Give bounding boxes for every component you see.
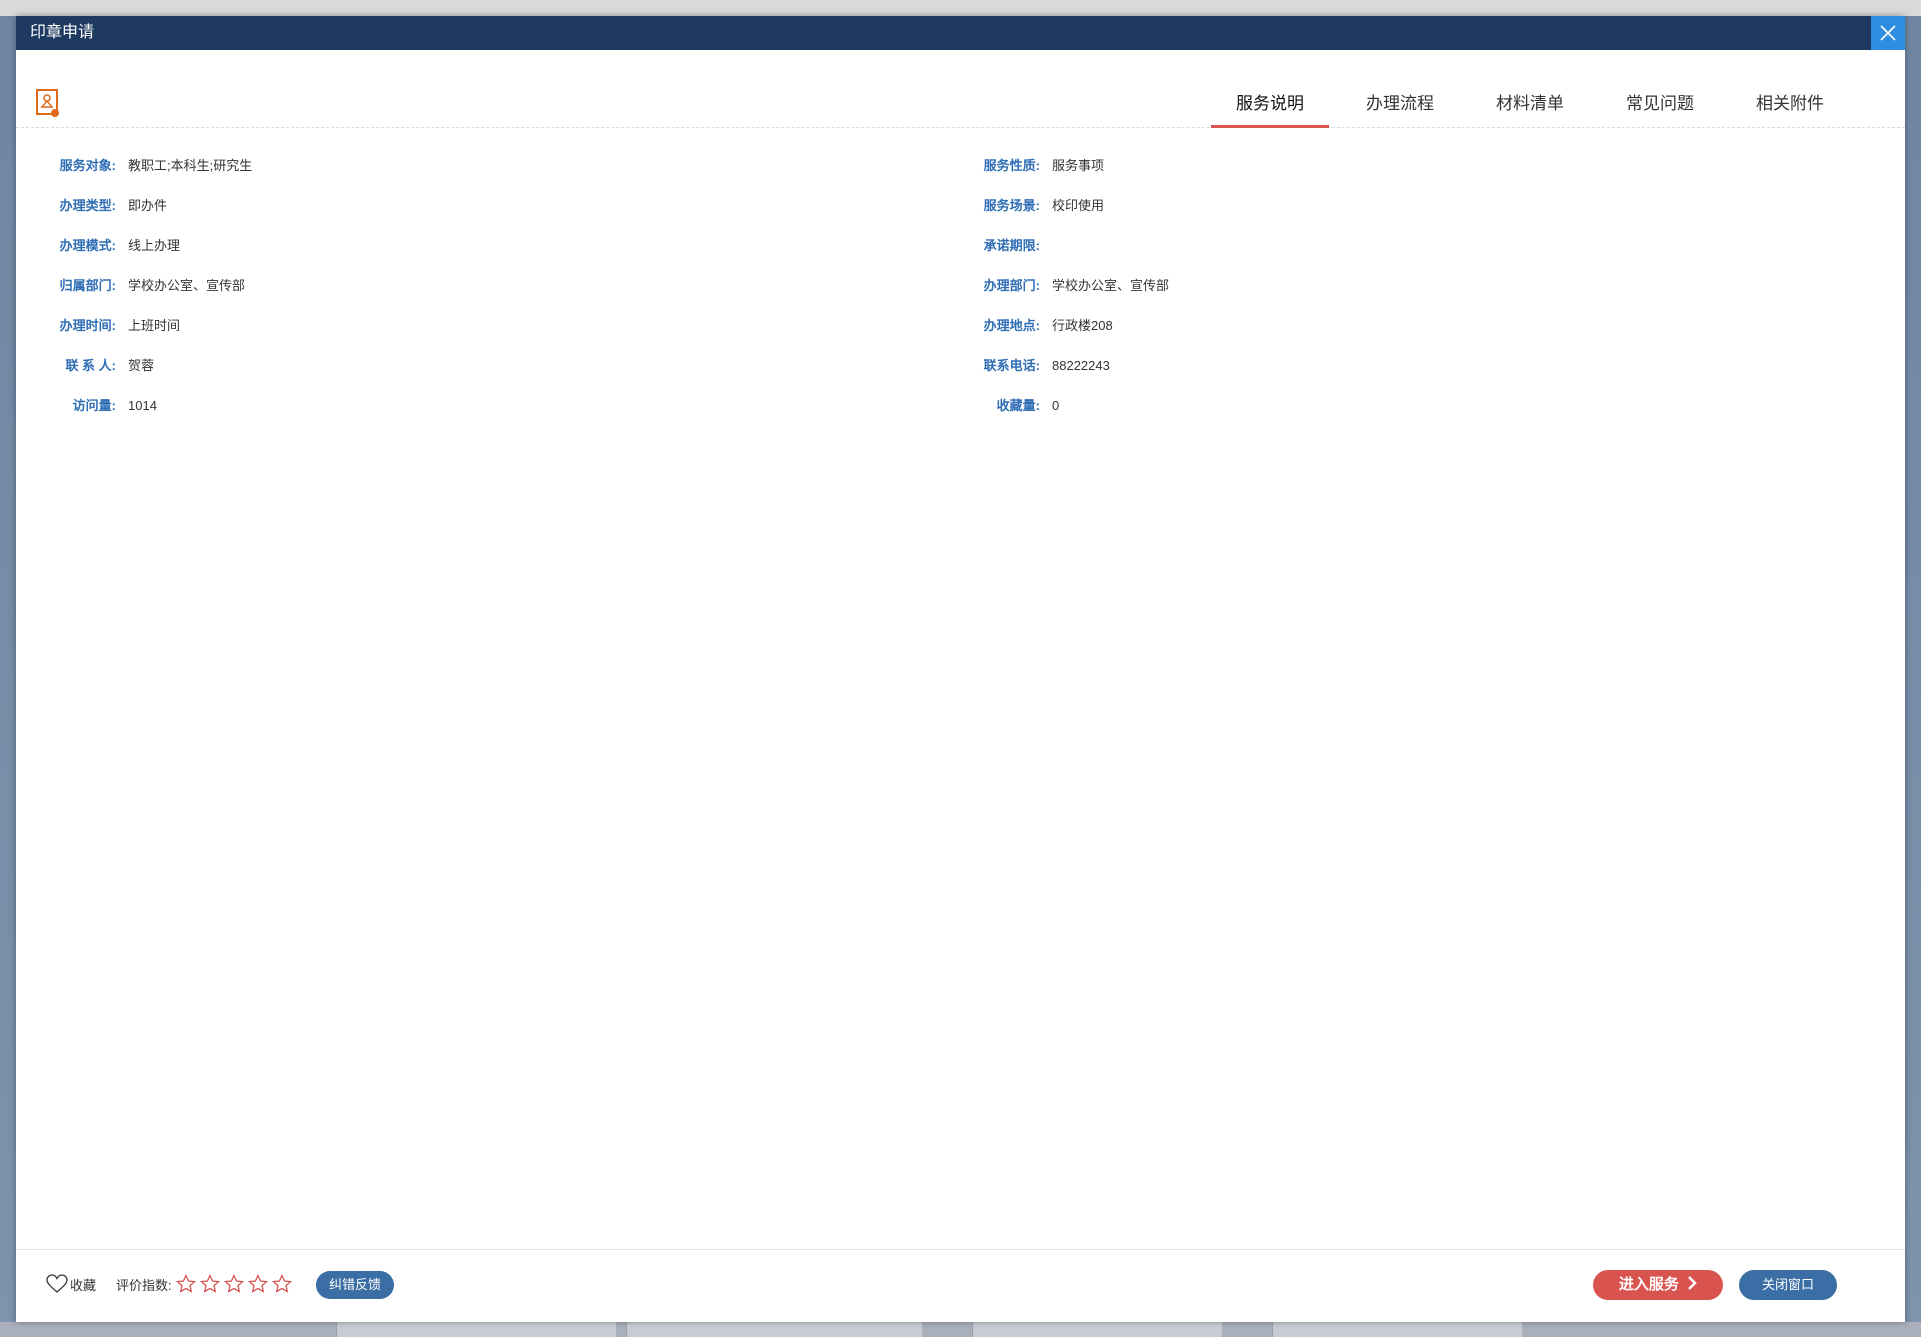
info-label: 访问量: xyxy=(72,398,116,413)
info-value: 教职工;本科生;研究生 xyxy=(128,158,253,173)
info-row-favorite-count: 收藏量: 0 xyxy=(958,396,1758,416)
info-label: 联 系 人: xyxy=(65,358,116,373)
info-value: 即办件 xyxy=(128,198,168,213)
info-row-visit-count: 访问量: 1014 xyxy=(34,396,834,416)
info-value: 学校办公室、宣传部 xyxy=(1052,278,1170,293)
info-value: 0 xyxy=(1052,398,1060,413)
info-label: 办理部门: xyxy=(983,278,1040,293)
info-value: 线上办理 xyxy=(128,238,181,253)
star-icon[interactable] xyxy=(199,1274,220,1294)
info-row-service-target: 服务对象: 教职工;本科生;研究生 xyxy=(34,156,834,176)
service-dialog: 印章申请 服务说明 办理流程 材料清单 常见问题 相关附件 服务对象: 教职工;… xyxy=(16,16,1905,1322)
dialog-header: 服务说明 办理流程 材料清单 常见问题 相关附件 xyxy=(16,50,1905,128)
tab-materials[interactable]: 材料清单 xyxy=(1465,84,1595,128)
background-page-top xyxy=(0,0,1921,16)
heart-icon xyxy=(46,1274,68,1293)
info-row-handling-department: 办理部门: 学校办公室、宣传部 xyxy=(958,276,1758,296)
background-page-left xyxy=(0,16,16,1337)
info-row-service-scene: 服务场景: 校印使用 xyxy=(958,196,1758,216)
info-row-owning-department: 归属部门: 学校办公室、宣传部 xyxy=(34,276,834,296)
info-label: 办理类型: xyxy=(59,198,116,213)
info-value: 88222243 xyxy=(1052,358,1110,373)
info-label: 服务场景: xyxy=(983,198,1040,213)
close-icon xyxy=(1880,25,1896,41)
info-value: 学校办公室、宣传部 xyxy=(128,278,246,293)
info-row-service-nature: 服务性质: 服务事项 xyxy=(958,156,1758,176)
info-value: 行政楼208 xyxy=(1052,318,1113,333)
info-value: 贺蓉 xyxy=(128,358,155,373)
background-page-right xyxy=(1905,16,1921,1337)
info-value: 1014 xyxy=(128,398,157,413)
info-row-handling-location: 办理地点: 行政楼208 xyxy=(958,316,1758,336)
dialog-title: 印章申请 xyxy=(30,24,95,41)
background-page-bottom xyxy=(0,1322,1921,1337)
tab-faq[interactable]: 常见问题 xyxy=(1595,84,1725,128)
info-label: 办理地点: xyxy=(983,318,1040,333)
star-icon[interactable] xyxy=(175,1274,196,1294)
tab-service-description[interactable]: 服务说明 xyxy=(1205,84,1335,128)
tab-attachments[interactable]: 相关附件 xyxy=(1725,84,1855,128)
info-label: 服务对象: xyxy=(59,158,116,173)
info-label: 收藏量: xyxy=(996,398,1040,413)
star-icon[interactable] xyxy=(271,1274,292,1294)
info-label: 办理模式: xyxy=(59,238,116,253)
info-row-handling-type: 办理类型: 即办件 xyxy=(34,196,834,216)
star-icon[interactable] xyxy=(223,1274,244,1294)
dialog-titlebar: 印章申请 xyxy=(16,16,1905,50)
chevron-right-icon xyxy=(1688,1276,1697,1290)
info-label: 归属部门: xyxy=(59,278,116,293)
info-label: 办理时间: xyxy=(59,318,116,333)
enter-service-button[interactable]: 进入服务 xyxy=(1593,1270,1723,1300)
info-value: 服务事项 xyxy=(1052,158,1105,173)
star-icon[interactable] xyxy=(247,1274,268,1294)
close-window-button[interactable]: 关闭窗口 xyxy=(1739,1270,1837,1300)
info-row-handling-time: 办理时间: 上班时间 xyxy=(34,316,834,336)
dialog-close-button[interactable] xyxy=(1871,16,1905,50)
info-row-contact-person: 联 系 人: 贺蓉 xyxy=(34,356,834,376)
seal-icon xyxy=(36,89,59,117)
info-label: 承诺期限: xyxy=(983,238,1040,253)
enter-service-label: 进入服务 xyxy=(1618,1276,1679,1293)
info-row-contact-phone: 联系电话: 88222243 xyxy=(958,356,1758,376)
tab-process[interactable]: 办理流程 xyxy=(1335,84,1465,128)
info-row-handling-mode: 办理模式: 线上办理 xyxy=(34,236,834,256)
feedback-button[interactable]: 纠错反馈 xyxy=(316,1271,394,1299)
info-label: 服务性质: xyxy=(983,158,1040,173)
rating-label: 评价指数: xyxy=(116,1277,172,1293)
info-row-promised-deadline: 承诺期限: xyxy=(958,236,1758,256)
tab-bar: 服务说明 办理流程 材料清单 常见问题 相关附件 xyxy=(1205,84,1855,128)
info-value: 上班时间 xyxy=(128,318,181,333)
favorite-label: 收藏 xyxy=(70,1277,97,1293)
info-label: 联系电话: xyxy=(983,358,1040,373)
dialog-footer: 收藏 评价指数: 纠错反馈 进入服务 关闭窗口 xyxy=(16,1249,1905,1322)
favorite-button[interactable]: 收藏 xyxy=(46,1274,96,1294)
rating-stars xyxy=(175,1274,296,1294)
rating: 评价指数: xyxy=(116,1274,296,1294)
info-value: 校印使用 xyxy=(1052,198,1105,213)
